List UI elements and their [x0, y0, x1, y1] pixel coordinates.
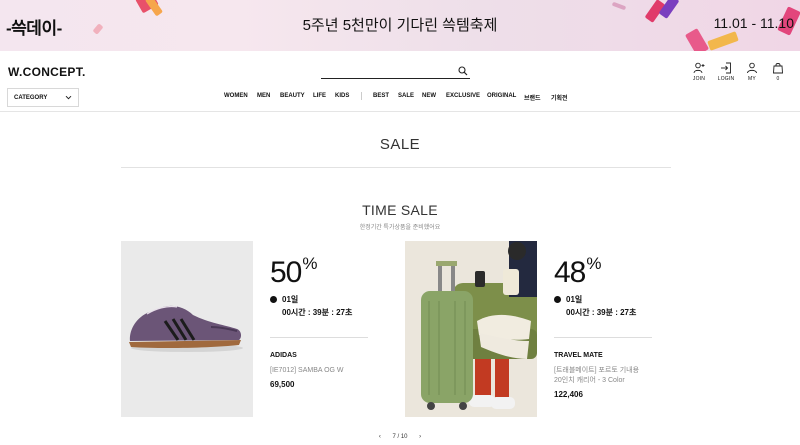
join-button[interactable]: JOIN — [684, 62, 714, 82]
person-plus-icon — [693, 62, 705, 74]
divider — [121, 167, 671, 168]
nav-item-exclusive[interactable]: EXCLUSIVE — [446, 93, 480, 99]
nav-item-beauty[interactable]: BEAUTY — [280, 93, 305, 99]
nav-divider — [361, 92, 362, 100]
prev-arrow-icon[interactable]: ‹ — [379, 434, 381, 440]
discount-value: 50 — [270, 256, 302, 289]
section-subtitle: 한정기간 특가상품을 준비했어요 — [359, 225, 441, 231]
days-value: 01일 — [282, 295, 299, 304]
nav-item-kids[interactable]: KIDS — [335, 93, 349, 99]
nav-item-sale[interactable]: SALE — [398, 93, 414, 99]
discount-percent: 50% — [270, 254, 318, 290]
next-arrow-icon[interactable]: › — [419, 434, 421, 440]
hours-value: 00시간 — [566, 308, 590, 317]
divider — [270, 337, 368, 338]
discount-percent: 48% — [554, 254, 602, 290]
site-logo[interactable]: W.CONCEPT. — [8, 65, 86, 79]
nav-item-life[interactable]: LIFE — [313, 93, 326, 99]
nav-item-best[interactable]: BEST — [373, 93, 389, 99]
nav-item-men[interactable]: MEN — [257, 93, 270, 99]
seconds-value: 27초 — [620, 308, 637, 317]
search-bar — [321, 62, 470, 81]
nav-item-brands[interactable]: 브랜드 — [524, 93, 541, 102]
login-icon — [721, 62, 731, 74]
join-label: JOIN — [692, 76, 706, 82]
my-label: MY — [748, 76, 756, 82]
product-brand[interactable]: ADIDAS — [270, 352, 297, 359]
page-title: SALE — [379, 136, 421, 153]
clock-icon — [270, 296, 277, 303]
nav-item-new[interactable]: NEW — [422, 93, 436, 99]
days-value: 01일 — [566, 295, 583, 304]
countdown-days: 01일 — [270, 294, 298, 305]
nav-item-original[interactable]: ORIGINAL — [487, 93, 516, 99]
clock-icon — [554, 296, 561, 303]
product-name-line: [IE7012] SAMBA OG W — [270, 367, 344, 374]
cart-button[interactable]: 0 — [763, 62, 793, 82]
product-name[interactable]: [IE7012] SAMBA OG W — [270, 366, 344, 376]
product-name[interactable]: [트래블메이트] 포르토 기내용 20인치 캐리어 - 3 Color — [554, 366, 639, 386]
percent-sign: % — [586, 254, 601, 273]
promo-banner[interactable]: -쓱데이- 5주년 5천만이 기다린 쓱템축제 11.01 - 11.10 — [0, 0, 800, 51]
category-label: CATEGORY — [14, 95, 48, 101]
divider — [554, 337, 652, 338]
nav-item-women[interactable]: WOMEN — [224, 93, 248, 99]
product-image-sneaker[interactable] — [121, 241, 253, 417]
person-icon — [747, 62, 757, 74]
nav-item-exhibitions[interactable]: 기획전 — [551, 93, 568, 102]
site-header: W.CONCEPT. JOIN LOGIN MY 0 CATEGORY WOME… — [0, 51, 800, 112]
ribbon-decoration — [611, 1, 627, 11]
minutes-value: 39분 — [312, 308, 329, 317]
carousel-pager: ‹ 7 / 10 › — [0, 434, 800, 440]
chevron-down-icon — [65, 95, 72, 100]
product-brand[interactable]: TRAVEL MATE — [554, 352, 603, 359]
search-icon[interactable] — [458, 63, 468, 81]
search-input[interactable] — [321, 64, 455, 81]
login-label: LOGIN — [717, 76, 735, 82]
product-price: 69,500 — [270, 380, 295, 389]
countdown-timer: 00시간 : 39분 : 27초 — [566, 308, 637, 317]
suitcase-illustration — [405, 241, 537, 417]
discount-value: 48 — [554, 256, 586, 289]
page-indicator: 7 / 10 — [392, 434, 408, 440]
sneaker-illustration — [129, 305, 243, 352]
hours-value: 00시간 — [282, 308, 306, 317]
product-name-line: [트래블메이트] 포르토 기내용 — [554, 367, 640, 374]
category-dropdown[interactable]: CATEGORY — [7, 88, 79, 107]
section-title: TIME SALE — [362, 202, 438, 218]
product-name-line: 20인치 캐리어 - 3 Color — [554, 377, 625, 384]
seconds-value: 27초 — [336, 308, 353, 317]
countdown-timer: 00시간 : 39분 : 27초 — [282, 308, 353, 317]
banner-headline: 5주년 5천만이 기다린 쓱템축제 — [302, 17, 498, 34]
banner-dates: 11.01 - 11.10 — [713, 15, 794, 31]
minutes-value: 39분 — [596, 308, 613, 317]
product-image-suitcase[interactable] — [405, 241, 537, 417]
countdown-days: 01일 — [554, 294, 582, 305]
cart-count: 0 — [776, 76, 780, 82]
shopping-bag-icon — [773, 63, 783, 74]
product-price: 122,406 — [554, 390, 583, 399]
percent-sign: % — [302, 254, 317, 273]
